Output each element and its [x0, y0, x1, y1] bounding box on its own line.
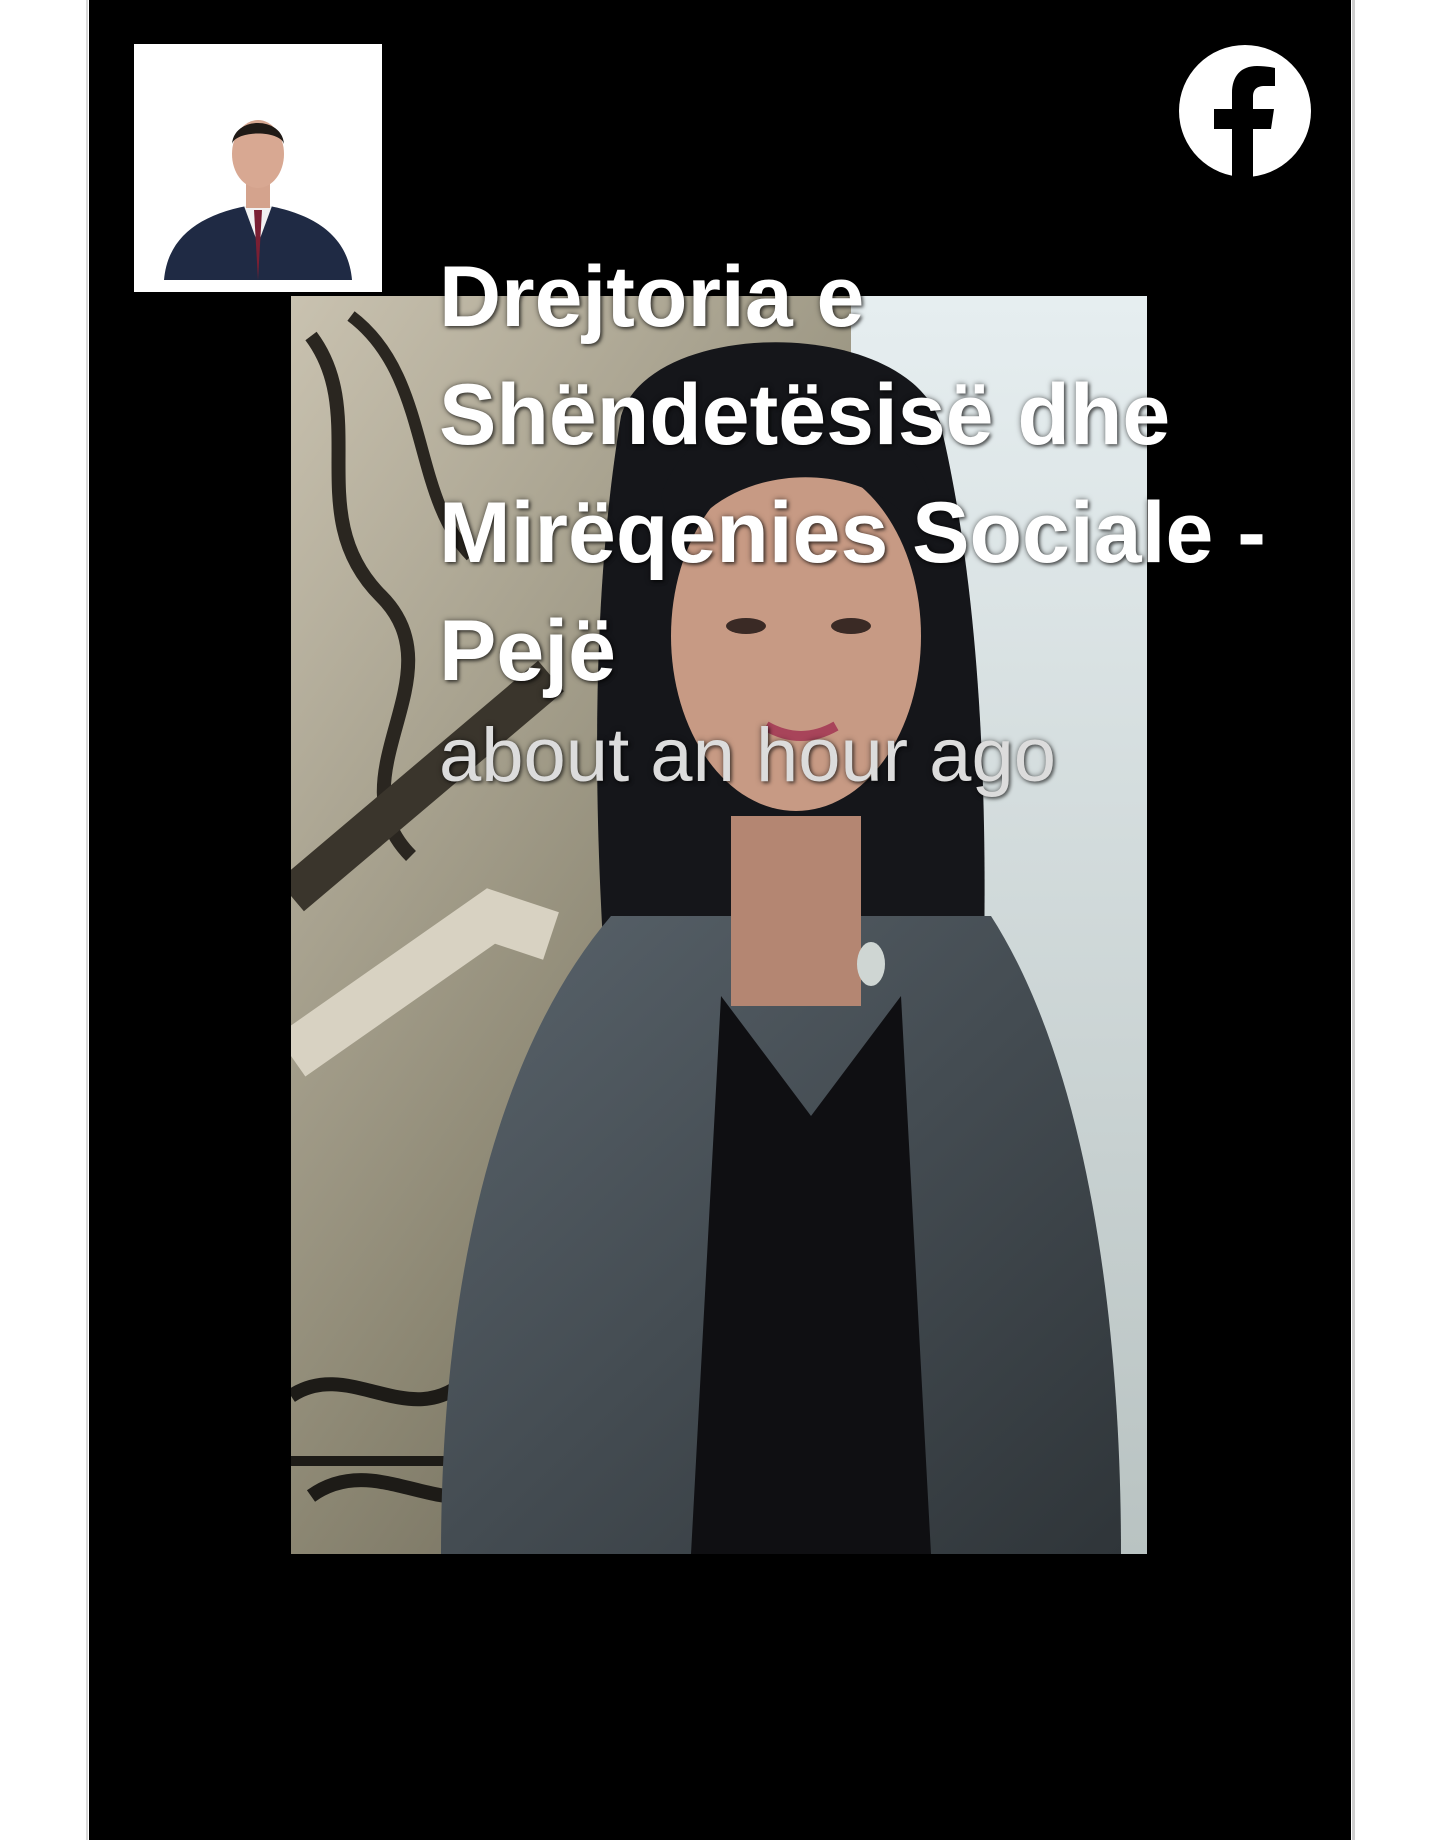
post-header-info: Drejtoria e Shëndetësisë dhe Mirëqenies … — [439, 238, 1319, 806]
facebook-logo-svg — [1179, 45, 1311, 179]
left-divider — [86, 0, 88, 1840]
right-divider — [1352, 0, 1355, 1840]
post-timestamp[interactable]: about an hour ago — [439, 706, 1319, 806]
facebook-icon[interactable] — [1177, 43, 1313, 179]
avatar-image — [134, 44, 382, 292]
page-name-link[interactable]: Drejtoria e Shëndetësisë dhe Mirëqenies … — [439, 238, 1319, 710]
page-avatar[interactable] — [134, 44, 382, 292]
post-card[interactable]: Drejtoria e Shëndetësisë dhe Mirëqenies … — [89, 0, 1351, 1840]
page: Drejtoria e Shëndetësisë dhe Mirëqenies … — [0, 0, 1439, 1840]
